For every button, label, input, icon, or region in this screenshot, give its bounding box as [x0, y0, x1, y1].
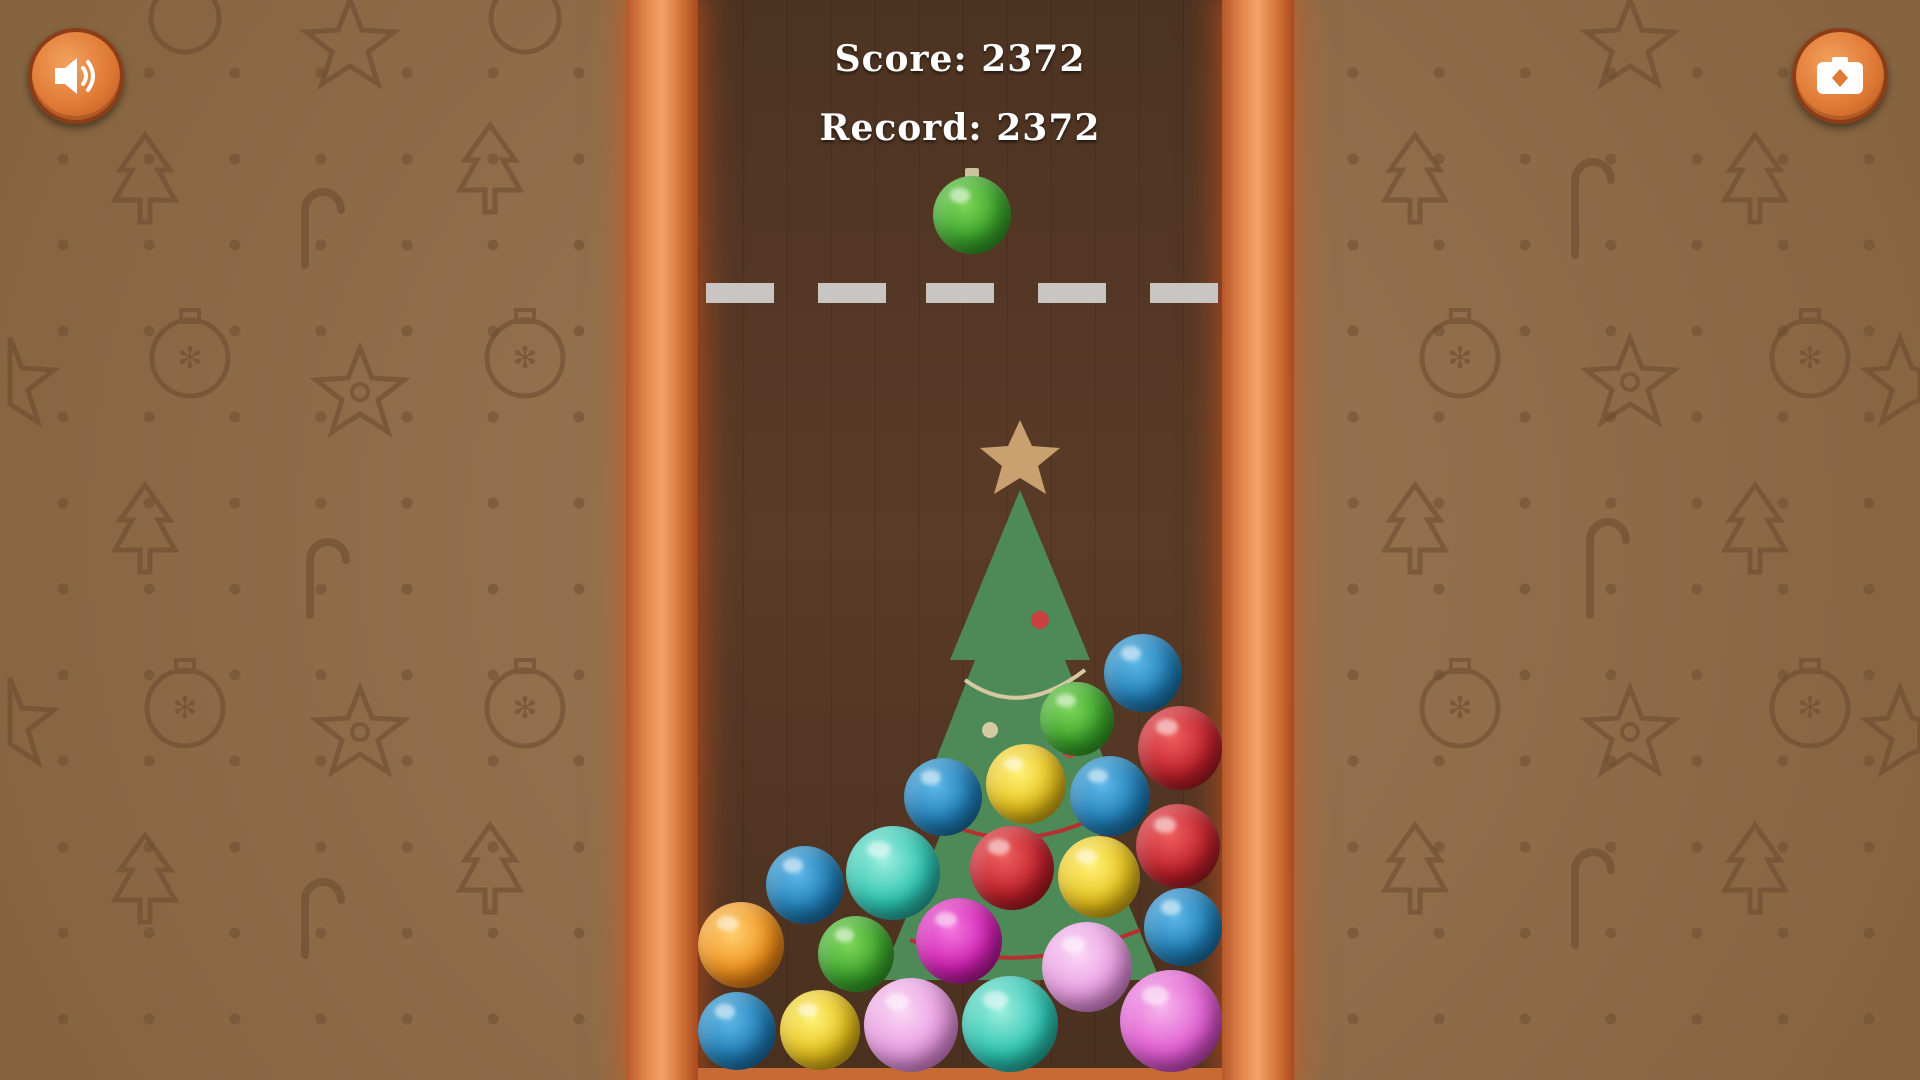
ornament-blue	[1104, 634, 1182, 712]
ornament-teal	[962, 976, 1058, 1072]
bauble-doodle-icon: ✻	[1769, 308, 1851, 399]
score-label: Score: 2372	[834, 38, 1086, 80]
tree-doodle-icon	[1720, 480, 1790, 575]
ornament-red	[1138, 706, 1222, 790]
ornament-magenta	[1120, 970, 1222, 1072]
bauble-doodle-icon: ✻	[484, 308, 566, 399]
ornament-pink	[1042, 922, 1132, 1012]
bauble-doodle-icon: ✻	[149, 308, 231, 399]
candy-cane-icon	[306, 538, 350, 619]
ornament-teal	[846, 826, 940, 920]
star-cookie-icon	[7, 677, 60, 768]
tree-star-icon	[980, 420, 1060, 494]
svg-text:✻: ✻	[512, 341, 537, 376]
ornament-pink	[864, 978, 958, 1072]
bauble-doodle-icon: ✻	[1419, 308, 1501, 399]
limit-line-dash	[706, 283, 774, 303]
ornament-green	[1040, 682, 1114, 756]
ornament-red	[970, 826, 1054, 910]
ornament-blue	[1144, 888, 1222, 966]
star-cookie-icon	[1859, 331, 1920, 428]
star-cookie-icon	[300, 0, 400, 90]
bauble-doodle-icon: ✻	[144, 658, 226, 749]
star-cookie-icon	[310, 681, 410, 778]
star-cookie-icon	[1859, 681, 1920, 778]
camera-icon	[1817, 57, 1863, 94]
candy-cane-icon	[1571, 848, 1615, 949]
limit-line-dash	[1150, 283, 1218, 303]
star-cookie-icon	[310, 341, 410, 438]
limit-line-dash	[818, 283, 886, 303]
ornament-red	[1136, 804, 1220, 888]
ornament-magenta	[916, 898, 1002, 984]
frame-left	[626, 0, 698, 1080]
board-floor	[698, 1068, 1222, 1080]
bauble-doodle-icon: ✻	[1419, 658, 1501, 749]
ornament-blue	[766, 846, 844, 924]
frame-right	[1222, 0, 1294, 1080]
ornament-yellow	[780, 990, 860, 1070]
ornament-blue	[904, 758, 982, 836]
tree-doodle-icon	[110, 130, 180, 225]
ornament-blue	[698, 992, 776, 1070]
ornament-blue	[1070, 756, 1150, 836]
limit-line-dash	[1038, 283, 1106, 303]
bauble-doodle-icon: ✻	[1769, 658, 1851, 749]
candy-cane-icon	[1571, 158, 1615, 259]
tree-doodle-icon	[1380, 130, 1450, 225]
sound-toggle-button[interactable]	[28, 28, 124, 124]
ornament-yellow	[1058, 836, 1140, 918]
bauble-doodle-icon	[488, 0, 562, 55]
ornament-green	[818, 916, 894, 992]
ornament-yellow	[986, 744, 1066, 824]
tree-doodle-icon	[455, 820, 525, 915]
ornament-orange	[698, 902, 784, 988]
svg-text:✻: ✻	[177, 341, 202, 376]
svg-text:✻: ✻	[512, 691, 537, 726]
tree-doodle-icon	[110, 830, 180, 925]
candy-cane-icon	[301, 878, 345, 959]
svg-text:✻: ✻	[1797, 341, 1822, 376]
tree-doodle-icon	[110, 480, 180, 575]
star-cookie-icon	[7, 337, 60, 428]
tree-doodle-icon	[1380, 820, 1450, 915]
next-ornament[interactable]	[933, 176, 1011, 254]
speaker-icon	[55, 58, 95, 94]
svg-text:✻: ✻	[1797, 691, 1822, 726]
record-label: Record: 2372	[819, 107, 1101, 149]
svg-text:✻: ✻	[1447, 341, 1472, 376]
bauble-doodle-icon	[148, 0, 222, 55]
svg-text:✻: ✻	[172, 691, 197, 726]
candy-cane-icon	[301, 188, 345, 269]
star-cookie-icon	[1580, 681, 1680, 778]
star-cookie-icon	[1580, 331, 1680, 428]
star-cookie-icon	[1580, 0, 1680, 90]
tree-doodle-icon	[1720, 130, 1790, 225]
tree-doodle-icon	[1380, 480, 1450, 575]
svg-text:✻: ✻	[1447, 691, 1472, 726]
camera-button[interactable]	[1792, 28, 1888, 124]
limit-line-dash	[926, 283, 994, 303]
tree-doodle-icon	[1720, 820, 1790, 915]
candy-cane-icon	[1586, 518, 1630, 619]
bauble-doodle-icon: ✻	[484, 658, 566, 749]
tree-doodle-icon	[455, 120, 525, 215]
